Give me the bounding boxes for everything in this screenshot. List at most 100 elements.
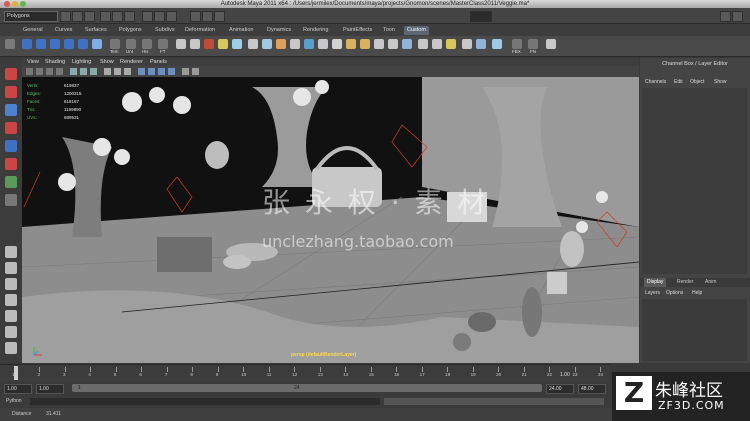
fbx-export-icon[interactable] — [512, 39, 522, 49]
freeze-transform-icon[interactable] — [158, 39, 168, 49]
template-icon[interactable] — [110, 39, 120, 49]
viewport-menu-renderer[interactable]: Renderer — [120, 58, 143, 66]
sphere-tool-icon[interactable] — [176, 39, 186, 49]
render-tool-icon[interactable] — [304, 39, 314, 49]
close-window-icon[interactable] — [4, 1, 10, 7]
duplicate-tool-icon[interactable] — [446, 39, 456, 49]
perspective-viewport[interactable]: Verts: 619837 Edges: 1200315 Faces: 618167 … — [22, 77, 639, 363]
shelf-menu-icon[interactable] — [5, 39, 15, 49]
channel-box-menu-edit[interactable]: Edit — [674, 78, 683, 86]
select-object-icon[interactable] — [112, 11, 123, 22]
cluster-tool-icon[interactable] — [402, 39, 412, 49]
select-hierarchy-icon[interactable] — [100, 11, 111, 22]
extrude-tool-icon[interactable] — [462, 39, 472, 49]
shelf-tab-subdivs[interactable]: Subdivs — [152, 26, 178, 35]
viewport-menu-shading[interactable]: Shading — [45, 58, 65, 66]
attribute-editor-toggle-icon[interactable] — [720, 11, 731, 22]
animation-start-field[interactable]: 1.00 — [4, 384, 32, 394]
scale-tool-icon[interactable] — [5, 158, 17, 170]
untemplate-icon[interactable] — [126, 39, 136, 49]
lattice-tool-icon[interactable] — [418, 39, 428, 49]
minimize-window-icon[interactable] — [12, 1, 18, 7]
bevel-tool-icon[interactable] — [476, 39, 486, 49]
script-editor-layout-icon[interactable] — [5, 342, 17, 354]
light-tool-icon[interactable] — [218, 39, 228, 49]
current-frame-field[interactable]: 1.00 — [560, 372, 570, 378]
script-tool-icon[interactable] — [318, 39, 328, 49]
select-tool-icon[interactable] — [5, 68, 17, 80]
range-slider[interactable]: 1 24 — [72, 384, 542, 392]
paint-select-tool-icon[interactable] — [5, 104, 17, 116]
paint-tool-icon[interactable] — [290, 39, 300, 49]
viewport-menu-show[interactable]: Show — [100, 58, 114, 66]
mesh-tool-icon[interactable] — [232, 39, 242, 49]
fn-tool-icon[interactable] — [528, 39, 538, 49]
move-tool-icon[interactable] — [5, 122, 17, 134]
wrench-tool-icon[interactable] — [276, 39, 286, 49]
red-tool-icon[interactable] — [204, 39, 214, 49]
render-frame-icon[interactable] — [190, 11, 201, 22]
uv-tool-icon[interactable] — [262, 39, 272, 49]
layer-tab-display[interactable]: Display — [644, 278, 667, 287]
poly-cylinder-icon[interactable] — [50, 39, 60, 49]
hypershade-layout-icon[interactable] — [5, 326, 17, 338]
shelf-tab-polygons[interactable]: Polygons — [116, 26, 145, 35]
cube-tool-icon[interactable] — [190, 39, 200, 49]
rotate-tool-icon[interactable] — [5, 140, 17, 152]
camera-tool-icon[interactable] — [332, 39, 342, 49]
persp-outliner-layout-icon[interactable] — [5, 294, 17, 306]
channel-list[interactable] — [642, 88, 747, 274]
time-slider[interactable]: 123456789101112131415161718192021222324 … — [0, 364, 610, 383]
new-scene-icon[interactable] — [60, 11, 71, 22]
poly-cone-icon[interactable] — [64, 39, 74, 49]
channel-box-menu-channels[interactable]: Channels — [645, 78, 666, 86]
parent-tool-icon[interactable] — [388, 39, 398, 49]
layer-menu-layers[interactable]: Layers — [645, 289, 660, 297]
command-language-label[interactable]: Python — [6, 398, 22, 405]
channel-box-menu-object[interactable]: Object — [690, 78, 704, 86]
smooth-tool-icon[interactable] — [492, 39, 502, 49]
layer-tab-render[interactable]: Render — [674, 278, 696, 287]
universal-manip-icon[interactable] — [5, 176, 17, 188]
shelf-tab-curves[interactable]: Curves — [52, 26, 75, 35]
viewport-toolbar-icons[interactable] — [26, 68, 199, 75]
render-settings-icon[interactable] — [214, 11, 225, 22]
shelf-tab-rendering[interactable]: Rendering — [300, 26, 331, 35]
select-component-icon[interactable] — [124, 11, 135, 22]
playback-start-field[interactable]: 1.00 — [36, 384, 64, 394]
group-tool-icon[interactable] — [374, 39, 384, 49]
component-tool-icon[interactable] — [248, 39, 258, 49]
snap-point-icon[interactable] — [166, 11, 177, 22]
lasso-tool-icon[interactable] — [5, 86, 17, 98]
open-scene-icon[interactable] — [72, 11, 83, 22]
poly-torus-icon[interactable] — [92, 39, 102, 49]
shelf-tab-deformation[interactable]: Deformation — [182, 26, 218, 35]
channel-box-toggle-icon[interactable] — [732, 11, 743, 22]
graph-layout-icon[interactable] — [5, 310, 17, 322]
shelf-tab-surfaces[interactable]: Surfaces — [82, 26, 110, 35]
shelf-tab-animation[interactable]: Animation — [226, 26, 256, 35]
history-icon[interactable] — [142, 39, 152, 49]
pencil-tool-icon[interactable] — [346, 39, 356, 49]
poly-cube-icon[interactable] — [36, 39, 46, 49]
zoom-window-icon[interactable] — [20, 1, 26, 7]
misc-tool-icon[interactable] — [546, 39, 556, 49]
playback-end-field[interactable]: 24.00 — [546, 384, 574, 394]
poly-plane-icon[interactable] — [78, 39, 88, 49]
shelf-tab-custom[interactable]: Custom — [404, 26, 429, 35]
animation-end-field[interactable]: 48.00 — [578, 384, 606, 394]
last-tool-icon[interactable] — [5, 194, 17, 206]
channel-box-menu-show[interactable]: Show — [714, 78, 727, 86]
shelf-tab-general[interactable]: General — [20, 26, 46, 35]
time-slider-playhead[interactable] — [14, 366, 18, 380]
shelf-tab-toon[interactable]: Toon — [380, 26, 398, 35]
brush-tool-icon[interactable] — [360, 39, 370, 49]
layer-menu-help[interactable]: Help — [692, 289, 702, 297]
poly-sphere-icon[interactable] — [22, 39, 32, 49]
shelf-tab-dynamics[interactable]: Dynamics — [264, 26, 294, 35]
snap-grid-icon[interactable] — [142, 11, 153, 22]
curve-tool-icon[interactable] — [432, 39, 442, 49]
viewport-menu-lighting[interactable]: Lighting — [72, 58, 91, 66]
command-input[interactable] — [30, 398, 380, 405]
layer-menu-options[interactable]: Options — [666, 289, 683, 297]
